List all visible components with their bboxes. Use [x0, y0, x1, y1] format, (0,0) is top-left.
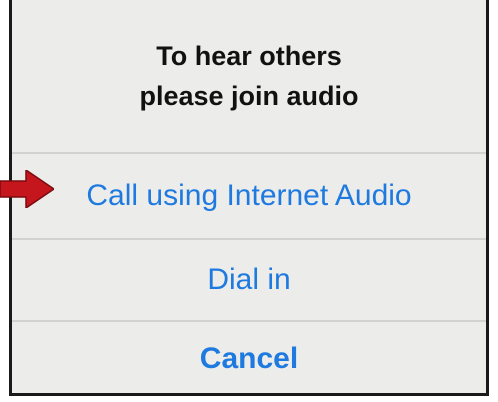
red-arrow-icon [0, 170, 54, 208]
dialog-title-line-2: please join audio [139, 81, 359, 111]
audio-join-dialog: To hear others please join audio Call us… [9, 0, 489, 396]
dialog-title: To hear others please join audio [12, 0, 486, 152]
cancel-button[interactable]: Cancel [12, 322, 486, 393]
dial-in-button[interactable]: Dial in [12, 240, 486, 320]
call-using-internet-audio-button[interactable]: Call using Internet Audio [12, 154, 486, 238]
dialog-title-line-1: To hear others [156, 41, 342, 71]
